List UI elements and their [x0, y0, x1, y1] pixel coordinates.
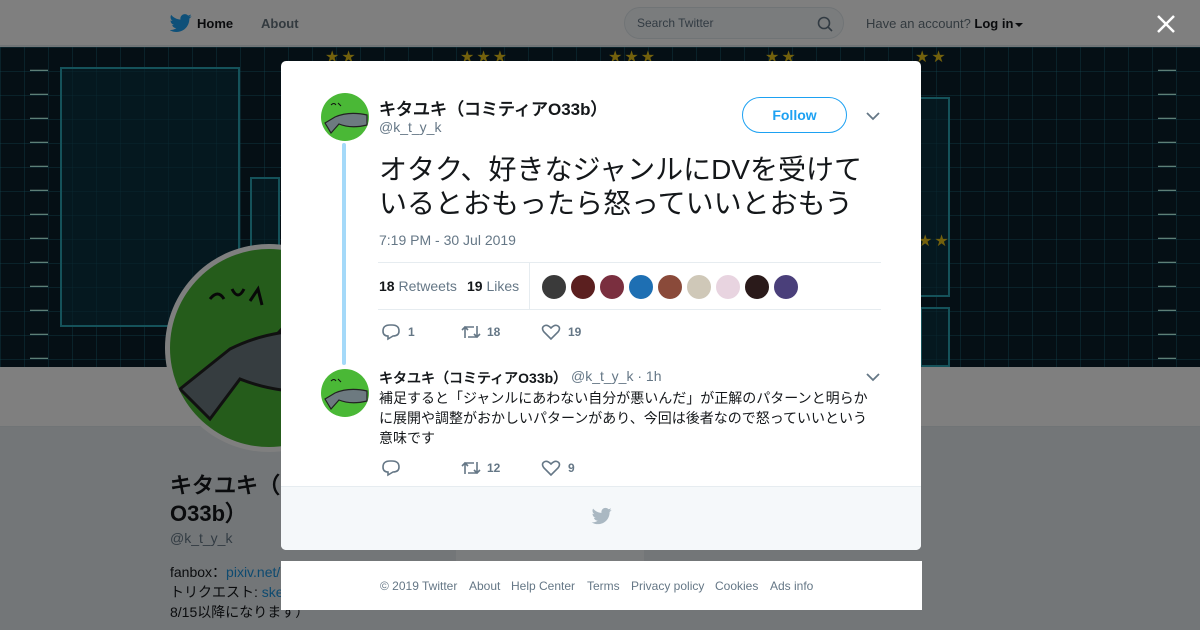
shark-avatar-icon: [324, 378, 368, 411]
liker-avatar[interactable]: [599, 274, 625, 300]
tweet-text: オタク、好きなジャンルにDVを受けているとおもったら怒っていいとおもう: [379, 154, 862, 219]
author-handle[interactable]: @k_t_y_k: [379, 119, 441, 135]
page-footer: © 2019 Twitter About Help Center Terms P…: [281, 561, 922, 610]
liker-avatar[interactable]: [744, 274, 770, 300]
tweet-stats: 18 Retweets 19 Likes: [378, 262, 881, 310]
reply-author-avatar[interactable]: [321, 369, 369, 417]
reply-author-handle: @k_t_y_k · 1h: [571, 368, 662, 384]
twitter-bird-icon: [591, 507, 612, 525]
reply-icon: [382, 324, 400, 341]
modal-footer: [281, 486, 921, 550]
liker-avatar[interactable]: [657, 274, 683, 300]
footer-cookies-link[interactable]: Cookies: [715, 579, 758, 593]
liker-avatar[interactable]: [686, 274, 712, 300]
retweet-icon: [461, 461, 481, 475]
footer-terms-link[interactable]: Terms: [587, 579, 620, 593]
tweet-timestamp[interactable]: 7:19 PM - 30 Jul 2019: [379, 232, 516, 248]
reply-text: 補足すると「ジャンルにあわない自分が悪いんだ」が正解のパターンと明らかに展開や調…: [379, 390, 868, 446]
footer-ads-link[interactable]: Ads info: [770, 579, 813, 593]
heart-icon: [541, 460, 561, 477]
liker-avatar[interactable]: [773, 274, 799, 300]
shark-avatar-icon: [324, 102, 368, 135]
chevron-down-icon[interactable]: [866, 372, 880, 382]
author-name[interactable]: キタユキ（コミティアO33b）: [379, 95, 608, 120]
liker-avatar[interactable]: [715, 274, 741, 300]
heart-icon: [541, 324, 561, 341]
close-icon[interactable]: [1156, 14, 1176, 34]
footer-copyright: © 2019 Twitter: [380, 579, 458, 593]
like-stat[interactable]: 19 Likes: [467, 278, 519, 294]
footer-help-link[interactable]: Help Center: [511, 579, 575, 593]
footer-about-link[interactable]: About: [469, 579, 500, 593]
follow-button[interactable]: Follow: [742, 97, 847, 133]
retweet-stat[interactable]: 18 Retweets: [379, 278, 457, 294]
reply-time[interactable]: · 1h: [637, 368, 661, 384]
liker-avatar[interactable]: [541, 274, 567, 300]
liker-avatar[interactable]: [628, 274, 654, 300]
liker-avatar[interactable]: [570, 274, 596, 300]
thread-connector: [342, 143, 346, 365]
footer-privacy-link[interactable]: Privacy policy: [631, 579, 704, 593]
tweet-permalink-modal: キタユキ（コミティアO33b） @k_t_y_k Follow オタク、好きなジ…: [281, 61, 921, 550]
reply-icon: [382, 460, 400, 477]
retweet-icon: [461, 325, 481, 339]
author-avatar[interactable]: [321, 93, 369, 141]
reply-author-name[interactable]: キタユキ（コミティアO33b）: [379, 368, 567, 388]
chevron-down-icon[interactable]: [866, 111, 880, 121]
